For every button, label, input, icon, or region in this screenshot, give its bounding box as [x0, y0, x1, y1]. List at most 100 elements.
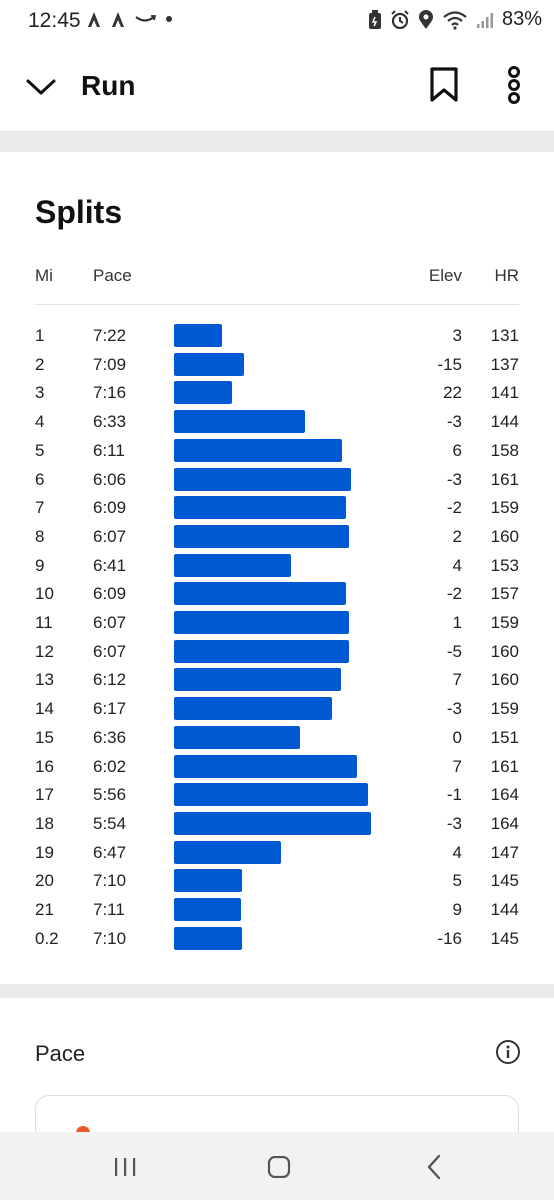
split-elevation: -2: [446, 498, 462, 518]
split-pace-bar: [174, 496, 346, 520]
split-heart-rate: 164: [490, 785, 519, 805]
split-row: 12 6:07 -5 160: [0, 638, 554, 667]
split-elevation: -3: [446, 699, 462, 719]
system-icons: 83%: [368, 8, 542, 31]
split-mile: 11: [35, 613, 53, 632]
split-row: 9 6:41 4 153: [0, 552, 554, 581]
split-elevation: 22: [443, 383, 462, 403]
chevron-down-icon[interactable]: [24, 72, 58, 102]
split-pace: 6:02: [93, 756, 127, 776]
split-elevation: -3: [446, 412, 462, 432]
split-heart-rate: 160: [490, 641, 519, 661]
split-pace: 6:07: [93, 613, 127, 632]
split-heart-rate: 159: [490, 613, 519, 632]
split-row: 21 7:11 9 144: [0, 896, 554, 925]
split-heart-rate: 145: [490, 871, 519, 891]
split-mile: 9: [35, 555, 45, 575]
split-mile: 8: [35, 526, 45, 546]
back-icon[interactable]: [426, 1154, 442, 1180]
split-mile: 10: [35, 584, 54, 604]
split-row: 7 6:09 -2 159: [0, 494, 554, 523]
battery-level: 83%: [501, 8, 542, 30]
split-pace-bar: [174, 811, 371, 835]
split-elevation: 3: [452, 326, 462, 345]
split-pace-bar: [174, 869, 243, 893]
info-icon[interactable]: [495, 1039, 521, 1065]
split-mile: 21: [35, 900, 54, 919]
split-pace: 6:09: [93, 584, 127, 604]
pace-card: Pace: [0, 998, 554, 1155]
split-pace: 6:41: [93, 555, 127, 575]
split-heart-rate: 160: [490, 526, 519, 546]
strava-icon: [88, 12, 100, 27]
split-row: 19 6:47 4 147: [0, 839, 554, 868]
split-heart-rate: 157: [490, 584, 519, 604]
split-pace: 7:11: [93, 900, 125, 919]
split-pace-bar: [174, 611, 349, 634]
split-row: 15 6:36 0 151: [0, 724, 554, 753]
split-heart-rate: 158: [490, 440, 519, 460]
split-heart-rate: 151: [490, 727, 519, 747]
split-mile: 0.2: [35, 928, 59, 948]
split-elevation: -5: [446, 641, 462, 661]
split-pace-bar: [174, 697, 333, 721]
split-pace-bar: [174, 467, 351, 491]
col-header-hr: HR: [494, 266, 519, 285]
split-pace: 6:07: [93, 526, 127, 546]
split-row: 4 6:33 -3 144: [0, 408, 554, 437]
split-mile: 19: [35, 842, 54, 862]
split-row: 2 7:09 -15 137: [0, 351, 554, 380]
app-header: Run: [0, 44, 554, 132]
split-pace: 6:36: [93, 727, 127, 747]
split-mile: 13: [35, 670, 54, 690]
split-mile: 12: [35, 641, 54, 661]
split-elevation: 9: [452, 900, 462, 919]
split-pace: 6:07: [93, 641, 127, 661]
section-divider: [0, 984, 554, 998]
split-elevation: -3: [446, 469, 462, 489]
split-pace: 7:09: [93, 354, 127, 374]
split-mile: 14: [35, 699, 54, 719]
recents-icon[interactable]: [113, 1156, 137, 1178]
split-pace-bar: [174, 352, 244, 376]
split-elevation: -15: [437, 354, 462, 374]
split-pace-bar: [174, 438, 343, 462]
split-pace-bar: [174, 898, 241, 921]
split-row: 13 6:12 7 160: [0, 666, 554, 695]
split-elevation: -2: [446, 584, 462, 604]
status-time: 12:45: [28, 9, 81, 32]
split-pace-bar: [174, 926, 243, 950]
strava-icon: [112, 12, 124, 27]
split-pace: 6:47: [93, 842, 127, 862]
split-row: 8 6:07 2 160: [0, 523, 554, 552]
amazon-icon: [135, 15, 156, 22]
split-pace: 6:17: [93, 699, 127, 719]
split-mile: 20: [35, 871, 54, 891]
split-pace: 5:56: [93, 785, 127, 805]
location-icon: [418, 9, 433, 29]
split-heart-rate: 141: [490, 383, 519, 403]
splits-card: Splits Mi Pace Elev HR 1 7:22 3 131 2 7:09 -15…: [0, 152, 554, 984]
status-bar: 12:45 83%: [0, 0, 554, 44]
split-pace-bar: [174, 639, 349, 663]
split-elevation: 4: [452, 555, 462, 575]
split-pace: 6:33: [93, 412, 127, 432]
split-row: 6 6:06 -3 161: [0, 466, 554, 495]
split-pace: 7:22: [93, 326, 127, 345]
home-icon[interactable]: [267, 1156, 291, 1178]
split-mile: 3: [35, 383, 45, 403]
col-header-elev: Elev: [428, 266, 462, 285]
split-heart-rate: 153: [490, 555, 519, 575]
signal-icon: [476, 12, 493, 28]
split-heart-rate: 147: [490, 842, 519, 862]
split-heart-rate: 161: [490, 469, 519, 489]
header-divider: [35, 304, 519, 305]
split-elevation: -3: [446, 813, 462, 833]
split-heart-rate: 160: [490, 670, 519, 690]
split-pace: 6:12: [93, 670, 127, 690]
more-vertical-icon[interactable]: [500, 66, 528, 104]
system-nav-bar: [0, 1132, 554, 1200]
bookmark-icon[interactable]: [428, 66, 460, 104]
split-pace-bar: [174, 725, 300, 749]
split-heart-rate: 161: [490, 756, 519, 776]
